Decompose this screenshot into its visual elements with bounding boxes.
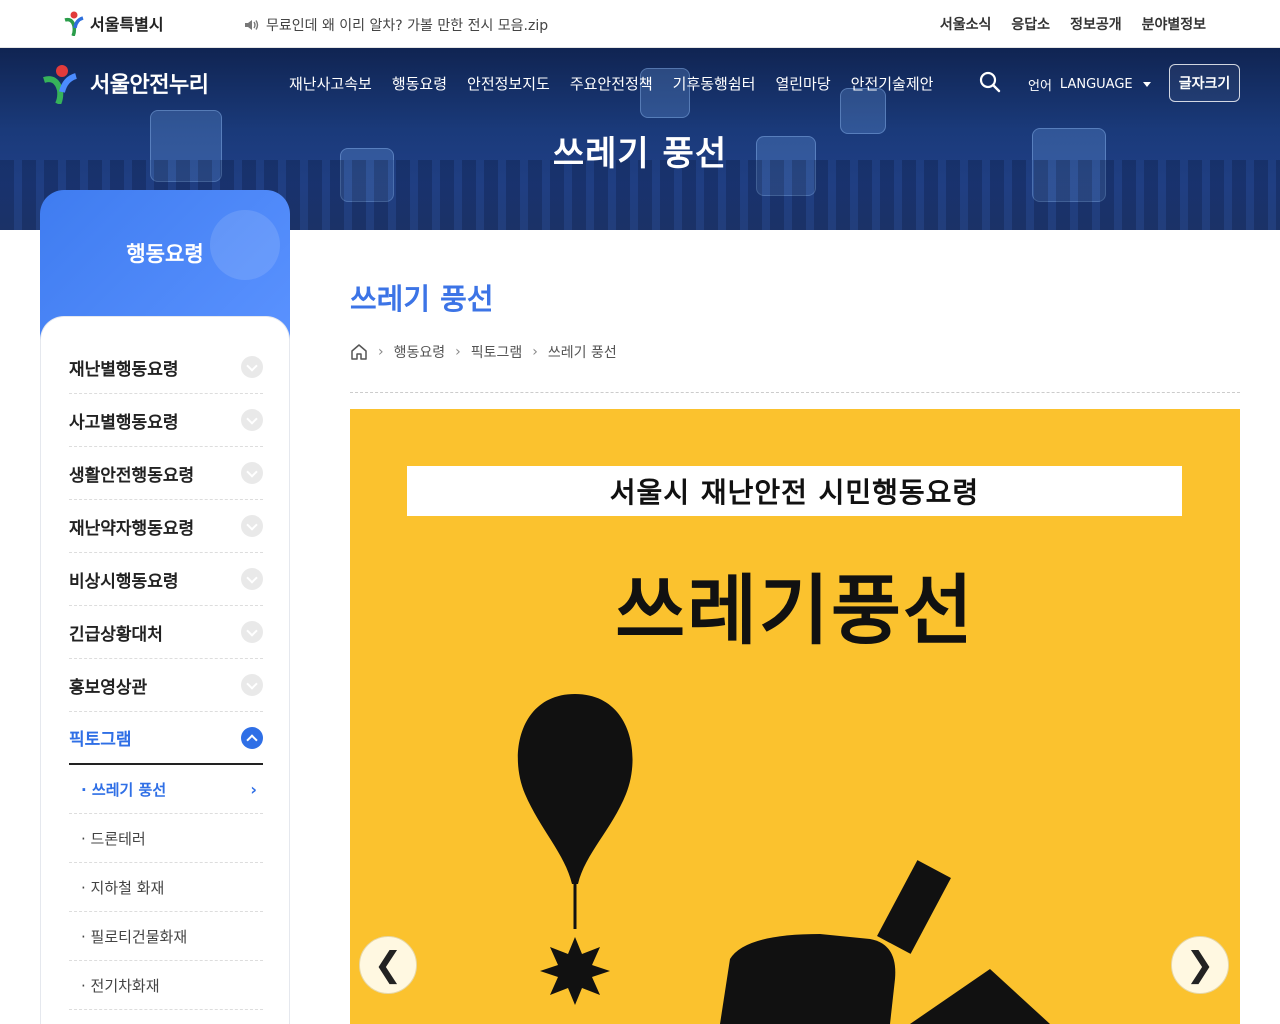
sub-item-ev-fire[interactable]: · 전기차화재	[69, 961, 263, 1010]
breadcrumb-item[interactable]: 행동요령	[394, 342, 446, 362]
sidebar-title: 행동요령	[126, 242, 204, 266]
sidebar-item-life-safety[interactable]: 생활안전행동요령	[69, 447, 263, 500]
search-icon[interactable]	[978, 70, 1002, 94]
sidebar-item-label: 재난약자행동요령	[69, 518, 195, 539]
chevron-down-icon	[241, 515, 263, 537]
sidebar-item-disaster[interactable]: 재난별행동요령	[69, 341, 263, 394]
util-link-field-info[interactable]: 분야별정보	[1142, 14, 1206, 34]
chevron-down-icon	[241, 462, 263, 484]
sub-item-subway-fire[interactable]: · 지하철 화재	[69, 863, 263, 912]
gnb-safety-map[interactable]: 안전정보지도	[467, 73, 550, 94]
util-link-eungdapso[interactable]: 응답소	[1011, 14, 1050, 34]
content-divider	[350, 392, 1240, 393]
language-selector[interactable]: 언어 LANGUAGE	[1028, 75, 1151, 94]
seoul-city-logo[interactable]: 서울특별시	[62, 10, 164, 36]
chevron-up-icon	[241, 726, 263, 749]
sub-item-label: · 드론테러	[81, 829, 146, 848]
sidebar: 재난별행동요령 사고별행동요령 생활안전행동요령 재난약자행동요령 비상시행동요…	[40, 316, 290, 1024]
gnb-action-guide[interactable]: 행동요령	[392, 73, 447, 94]
page-title: 쓰레기 풍선	[350, 282, 494, 316]
speaker-icon	[245, 20, 259, 30]
sub-item-label: · 전기차화재	[81, 976, 160, 995]
gnb-safety-policy[interactable]: 주요안전정책	[570, 73, 653, 94]
slide-title: 쓰레기풍선	[615, 566, 975, 655]
caret-down-icon	[1142, 82, 1151, 87]
slide-next-button[interactable]: ❯	[1171, 936, 1229, 994]
sidebar-list: 재난별행동요령 사고별행동요령 생활안전행동요령 재난약자행동요령 비상시행동요…	[69, 341, 263, 1010]
sidebar-item-pictogram[interactable]: 픽토그램	[69, 712, 263, 765]
chevron-down-icon	[241, 621, 263, 643]
chevron-right-icon: ›	[532, 344, 538, 360]
chevron-right-icon: ›	[455, 344, 461, 360]
sidebar-item-label: 긴급상황대처	[69, 624, 163, 645]
gnb-tech-proposal[interactable]: 안전기술제안	[851, 73, 934, 94]
sidebar-item-urgent[interactable]: 긴급상황대처	[69, 606, 263, 659]
sub-item-trash-balloon[interactable]: · 쓰레기 풍선 ›	[69, 765, 263, 814]
sub-item-label: · 지하철 화재	[81, 878, 165, 897]
seoul-safety-logo-icon	[43, 65, 77, 104]
seoul-logo-icon	[64, 11, 84, 36]
sub-item-label: · 쓰레기 풍선	[81, 780, 167, 799]
site-name: 서울안전누리	[90, 73, 209, 98]
gnb-disaster-news[interactable]: 재난사고속보	[289, 73, 372, 94]
breadcrumb: › 행동요령 › 픽토그램 › 쓰레기 풍선	[350, 342, 617, 362]
slide-banner: 서울시 재난안전 시민행동요령	[407, 466, 1182, 516]
util-link-news[interactable]: 서울소식	[940, 14, 992, 34]
sub-item-drone-terror[interactable]: · 드론테러	[69, 814, 263, 863]
language-label: 언어	[1028, 79, 1052, 94]
chevron-right-icon: ›	[378, 344, 384, 360]
sidebar-item-video[interactable]: 홍보영상관	[69, 659, 263, 712]
global-nav: 재난사고속보 행동요령 안전정보지도 주요안전정책 기후동행쉼터 열린마당 안전…	[289, 73, 933, 94]
util-link-info-disclosure[interactable]: 정보공개	[1070, 14, 1122, 34]
notice-text: 무료인데 왜 이리 알차? 가볼 만한 전시 모음.zip	[266, 18, 549, 34]
sidebar-item-label: 사고별행동요령	[69, 412, 179, 433]
sub-item-label: · 필로티건물화재	[81, 927, 188, 946]
sidebar-item-label: 생활안전행동요령	[69, 465, 195, 486]
sidebar-item-label: 재난별행동요령	[69, 359, 179, 380]
sidebar-item-label: 비상시행동요령	[69, 571, 179, 592]
breadcrumb-current: 쓰레기 풍선	[547, 345, 617, 361]
breadcrumb-item[interactable]: 픽토그램	[471, 342, 523, 362]
chevron-down-icon	[241, 674, 263, 696]
sidebar-item-label: 픽토그램	[69, 730, 132, 750]
sidebar-item-label: 홍보영상관	[69, 677, 148, 698]
utility-links: 서울소식 응답소 정보공개 분야별정보	[940, 14, 1206, 34]
chevron-down-icon	[241, 356, 263, 378]
sidebar-item-emergency[interactable]: 비상시행동요령	[69, 553, 263, 606]
sidebar-item-accident[interactable]: 사고별행동요령	[69, 394, 263, 447]
notice-ticker[interactable]: 무료인데 왜 이리 알차? 가볼 만한 전시 모음.zip	[244, 15, 548, 35]
home-icon[interactable]	[350, 343, 368, 361]
top-utility-bar: 서울특별시 무료인데 왜 이리 알차? 가볼 만한 전시 모음.zip 서울소식…	[0, 0, 1280, 48]
seoul-logo-text: 서울특별시	[90, 15, 164, 34]
font-size-button[interactable]: 글자크기	[1169, 64, 1240, 102]
trash-balloon-pictogram	[517, 694, 1050, 1024]
sub-item-piloti-fire[interactable]: · 필로티건물화재	[69, 912, 263, 961]
chevron-down-icon	[241, 568, 263, 590]
chevron-right-icon: ›	[250, 779, 257, 799]
sidebar-item-vulnerable[interactable]: 재난약자행동요령	[69, 500, 263, 553]
slide-prev-button[interactable]: ❮	[359, 936, 417, 994]
hero-title: 쓰레기 풍선	[552, 134, 728, 174]
language-value: LANGUAGE	[1059, 77, 1133, 92]
chevron-down-icon	[241, 409, 263, 431]
gnb-climate-shelter[interactable]: 기후동행쉼터	[673, 73, 756, 94]
pictogram-slider: 서울시 재난안전 시민행동요령 쓰레기풍선 ❮ ❯	[350, 409, 1240, 1024]
site-logo[interactable]: 서울안전누리	[40, 62, 209, 104]
gnb-open-forum[interactable]: 열린마당	[775, 73, 830, 94]
